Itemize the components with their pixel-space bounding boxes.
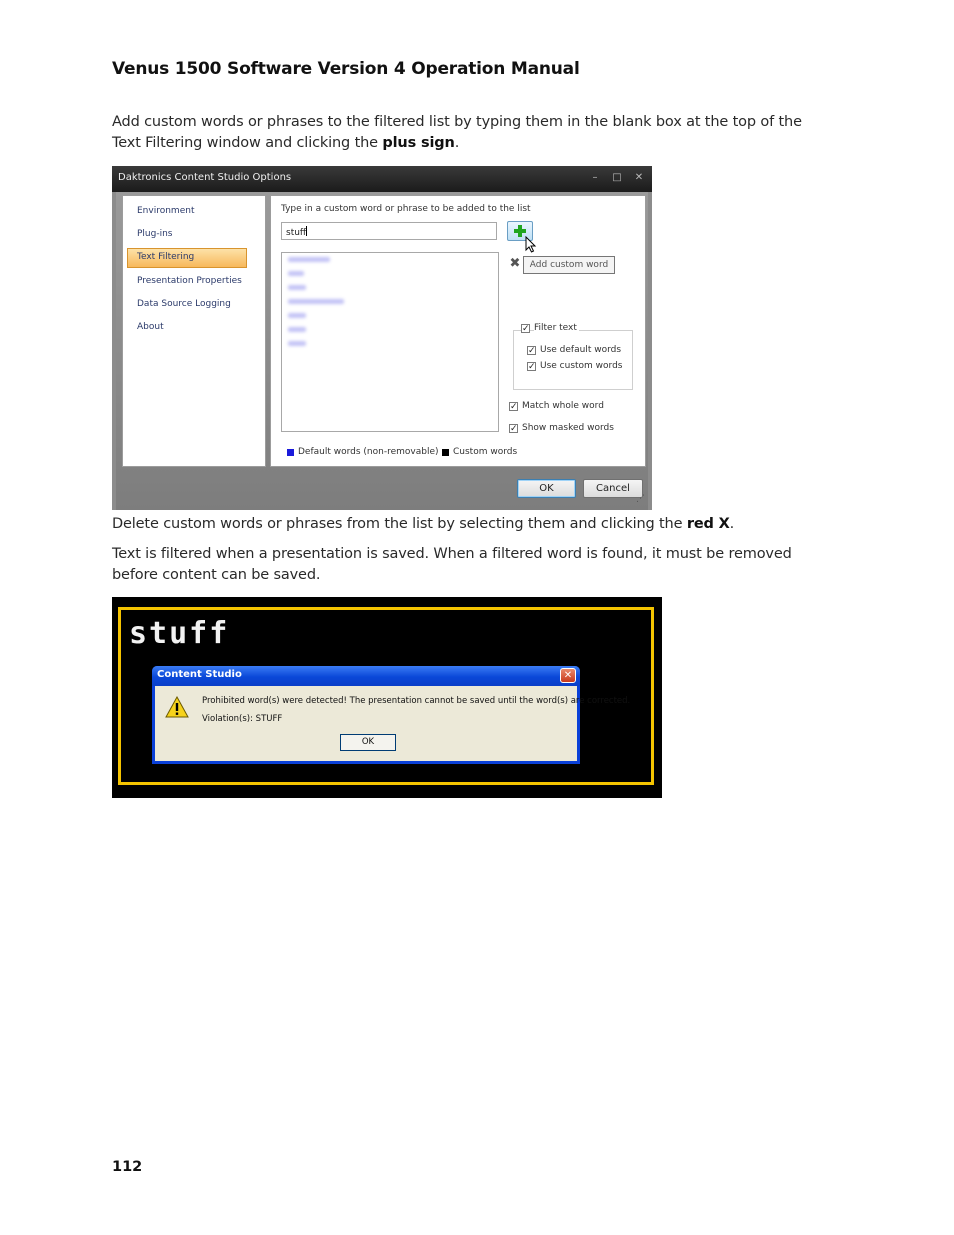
options-nav-panel: Environment Plug-ins Text Filtering Pres… xyxy=(122,195,266,467)
blurred-word xyxy=(288,271,304,276)
alert-close-button[interactable]: ✕ xyxy=(560,668,576,683)
alert-titlebar: Content Studio ✕ xyxy=(152,666,580,686)
match-whole-word-label: Match whole word xyxy=(522,401,604,411)
minimize-button[interactable]: – xyxy=(588,172,602,184)
nav-item-environment[interactable]: Environment xyxy=(137,206,194,216)
document-title: Venus 1500 Software Version 4 Operation … xyxy=(112,59,580,79)
dialog-body: Environment Plug-ins Text Filtering Pres… xyxy=(116,192,648,510)
text-filtering-panel: Type in a custom word or phrase to be ad… xyxy=(270,195,646,467)
remove-word-button[interactable]: ✖ xyxy=(507,254,523,274)
mouse-cursor-icon xyxy=(525,236,537,253)
blurred-word xyxy=(288,257,330,262)
show-masked-words-checkbox[interactable]: ✓ xyxy=(509,424,518,434)
alert-body: Prohibited word(s) were detected! The pr… xyxy=(155,686,630,761)
filtered-words-list[interactable] xyxy=(281,252,499,432)
use-default-words-label: Use default words xyxy=(540,345,622,355)
paragraph-filtering-note: Text is filtered when a presentation is … xyxy=(112,546,792,583)
alert-ok-button[interactable]: OK xyxy=(340,734,396,751)
alert-message: Prohibited word(s) were detected! The pr… xyxy=(202,696,631,706)
paragraph-text: . xyxy=(454,135,460,151)
default-words-legend-swatch xyxy=(287,449,294,456)
text-caret xyxy=(306,226,308,236)
filter-text-label: Filter text xyxy=(534,323,579,333)
ok-button[interactable]: OK xyxy=(517,479,576,498)
filter-text-group xyxy=(513,330,633,390)
nav-item-plug-ins[interactable]: Plug-ins xyxy=(137,229,173,239)
warning-icon xyxy=(165,696,189,718)
alert-screenshot: stuff Content Studio ✕ Prohibited word(s… xyxy=(112,597,662,798)
paragraph-text: Delete custom words or phrases from the … xyxy=(112,516,687,532)
paragraph-add-words: Add custom words or phrases to the filte… xyxy=(112,112,827,154)
instruction-label: Type in a custom word or phrase to be ad… xyxy=(281,204,531,214)
alert-title: Content Studio xyxy=(157,669,242,680)
alert-violations: Violation(s): STUFF xyxy=(202,714,283,724)
led-display-text: stuff xyxy=(129,616,230,651)
page-number: 112 xyxy=(112,1159,143,1175)
filter-text-checkbox[interactable]: ✓ xyxy=(521,324,530,334)
resize-grip-icon[interactable]: ⋰ xyxy=(636,494,645,504)
use-default-words-checkbox[interactable]: ✓ xyxy=(527,346,536,356)
default-words-legend: Default words (non-removable) xyxy=(298,447,439,457)
blurred-word xyxy=(288,285,306,290)
nav-item-text-filtering[interactable]: Text Filtering xyxy=(137,252,194,262)
show-masked-words-label: Show masked words xyxy=(522,423,614,433)
nav-item-presentation-properties[interactable]: Presentation Properties xyxy=(137,276,242,286)
custom-words-legend-swatch xyxy=(442,449,449,456)
cancel-button[interactable]: Cancel xyxy=(583,479,643,498)
paragraph-text: . xyxy=(729,516,735,532)
maximize-button[interactable]: □ xyxy=(610,172,624,184)
nav-item-about[interactable]: About xyxy=(137,322,164,332)
blurred-word xyxy=(288,327,306,332)
blurred-word xyxy=(288,313,306,318)
options-dialog-screenshot: Daktronics Content Studio Options – □ ✕ … xyxy=(112,166,652,510)
custom-words-legend: Custom words xyxy=(453,447,518,457)
use-custom-words-checkbox[interactable]: ✓ xyxy=(527,362,536,372)
add-word-tooltip: Add custom word xyxy=(523,256,615,274)
custom-word-input[interactable]: stuff xyxy=(281,222,497,240)
match-whole-word-checkbox[interactable]: ✓ xyxy=(509,402,518,412)
input-value: stuff xyxy=(286,228,307,238)
bold-term-red-x: red X xyxy=(686,516,730,532)
nav-item-data-source-logging[interactable]: Data Source Logging xyxy=(137,299,231,309)
close-button[interactable]: ✕ xyxy=(632,172,646,184)
use-custom-words-label: Use custom words xyxy=(540,361,623,371)
blurred-word xyxy=(288,341,306,346)
bold-term-plus-sign: plus sign xyxy=(382,135,455,151)
blurred-word xyxy=(288,299,344,304)
dialog-titlebar: Daktronics Content Studio Options – □ ✕ xyxy=(112,166,652,192)
paragraph-delete-words: Delete custom words or phrases from the … xyxy=(112,514,827,535)
content-studio-alert-window: Content Studio ✕ Prohibited word(s) were… xyxy=(152,666,630,764)
dialog-title: Daktronics Content Studio Options xyxy=(118,172,292,183)
plus-icon-vertical xyxy=(518,225,522,237)
